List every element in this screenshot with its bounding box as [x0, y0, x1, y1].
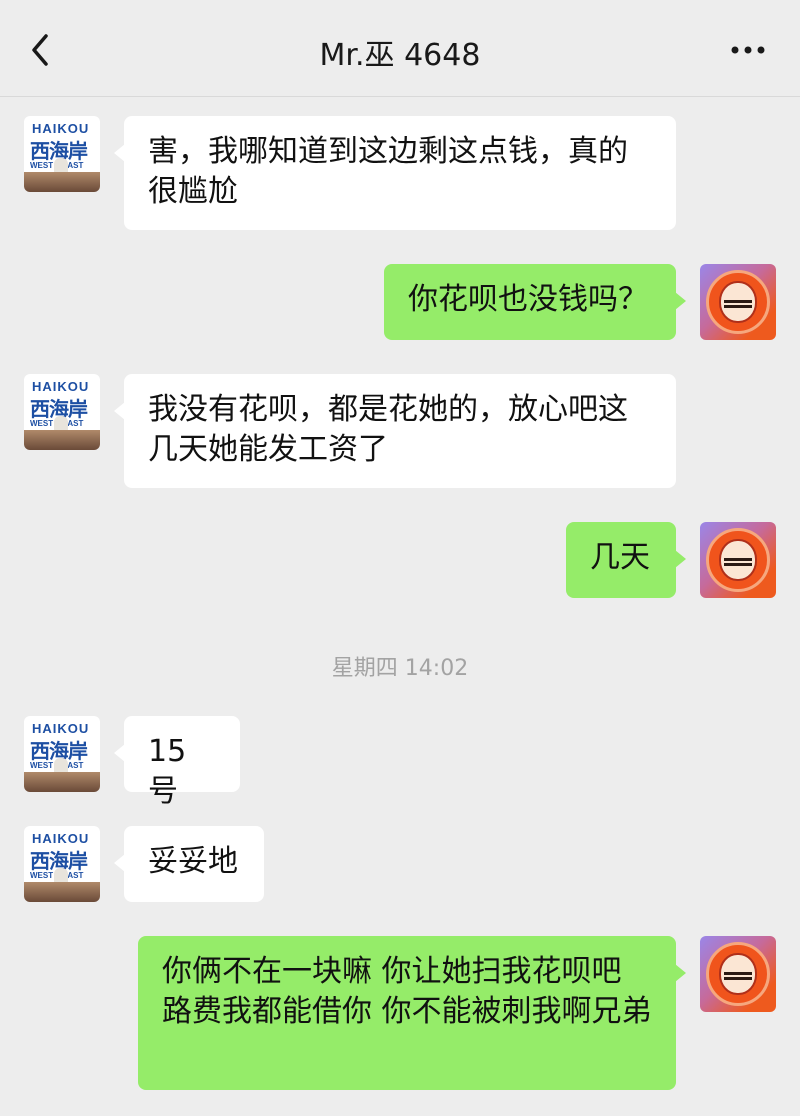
chat-title: Mr.巫 4648 [319, 38, 481, 73]
avatar-text: HAIKOU [32, 121, 90, 136]
chat-timestamp: 星期四 14:02 [331, 656, 469, 681]
message-bubble[interactable]: 我没有花呗，都是花她的，放心吧这几天她能发工资了 [114, 374, 676, 488]
avatar-eyes [724, 972, 752, 980]
avatar-eyes [724, 300, 752, 308]
message-bubble[interactable]: 你俩不在一块嘛 你让她扫我花呗吧 路费我都能借你 你不能被刺我啊兄弟 [138, 936, 686, 1090]
message-bubble[interactable]: 妥妥地 [114, 826, 264, 902]
avatar-floor [24, 172, 100, 192]
contact-avatar[interactable]: HAIKOU 西海岸 WEST COAST [24, 716, 100, 792]
message-bubble[interactable]: 15号 [114, 716, 240, 809]
contact-avatar[interactable]: HAIKOU 西海岸 WEST COAST [24, 826, 100, 902]
message-bubble[interactable]: 你花呗也没钱吗？ [384, 264, 686, 340]
contact-avatar[interactable]: HAIKOU 西海岸 WEST COAST [24, 374, 100, 450]
avatar-floor [24, 882, 100, 902]
message-bubble[interactable]: 几天 [566, 522, 686, 598]
my-avatar[interactable] [700, 522, 776, 598]
more-options-icon[interactable] [730, 40, 766, 60]
avatar-eyes [724, 558, 752, 566]
message-bubble[interactable]: 害，我哪知道到这边剩这点钱，真的很尴尬 [114, 116, 676, 230]
avatar-text: HAIKOU [32, 831, 90, 846]
avatar-text: HAIKOU [32, 721, 90, 736]
chat-header: Mr.巫 4648 [0, 0, 800, 97]
avatar-floor [24, 430, 100, 450]
my-avatar[interactable] [700, 264, 776, 340]
avatar-text: HAIKOU [32, 379, 90, 394]
contact-avatar[interactable]: HAIKOU 西海岸 WEST COAST [24, 116, 100, 192]
my-avatar[interactable] [700, 936, 776, 1012]
avatar-floor [24, 772, 100, 792]
